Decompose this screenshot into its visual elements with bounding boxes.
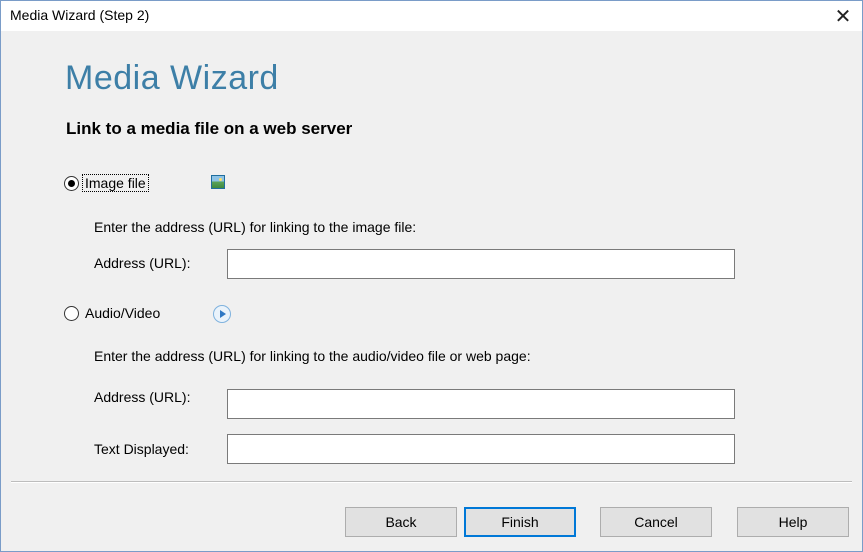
title-bar: Media Wizard (Step 2) ✕ xyxy=(1,1,862,31)
cancel-button[interactable]: Cancel xyxy=(600,507,712,537)
close-icon[interactable]: ✕ xyxy=(830,4,856,28)
av-address-input[interactable] xyxy=(227,389,735,419)
finish-button[interactable]: Finish xyxy=(464,507,576,537)
av-address-label: Address (URL): xyxy=(94,389,191,405)
text-displayed-input[interactable] xyxy=(227,434,735,464)
image-file-radio[interactable] xyxy=(64,175,79,191)
wizard-subheading: Link to a media file on a web server xyxy=(66,119,353,138)
media-wizard-dialog: Media Wizard (Step 2) ✕ Media Wizard Lin… xyxy=(0,0,863,552)
image-address-input[interactable] xyxy=(227,249,735,279)
image-file-label[interactable]: Image file xyxy=(82,174,149,192)
image-instruction: Enter the address (URL) for linking to t… xyxy=(94,219,417,235)
window-title: Media Wizard (Step 2) xyxy=(10,7,150,23)
audio-video-label[interactable]: Audio/Video xyxy=(83,305,162,321)
image-file-radio-row[interactable]: Image file xyxy=(64,174,149,192)
text-displayed-label: Text Displayed: xyxy=(94,441,189,457)
play-icon xyxy=(213,305,231,323)
audio-video-radio-row[interactable]: Audio/Video xyxy=(64,305,162,321)
image-address-label: Address (URL): xyxy=(94,255,191,271)
footer-divider xyxy=(11,481,852,483)
av-instruction: Enter the address (URL) for linking to t… xyxy=(94,348,531,364)
wizard-heading: Media Wizard xyxy=(65,59,279,97)
back-button[interactable]: Back xyxy=(345,507,457,537)
help-button[interactable]: Help xyxy=(737,507,849,537)
image-icon xyxy=(211,175,225,189)
audio-video-radio[interactable] xyxy=(64,305,79,321)
